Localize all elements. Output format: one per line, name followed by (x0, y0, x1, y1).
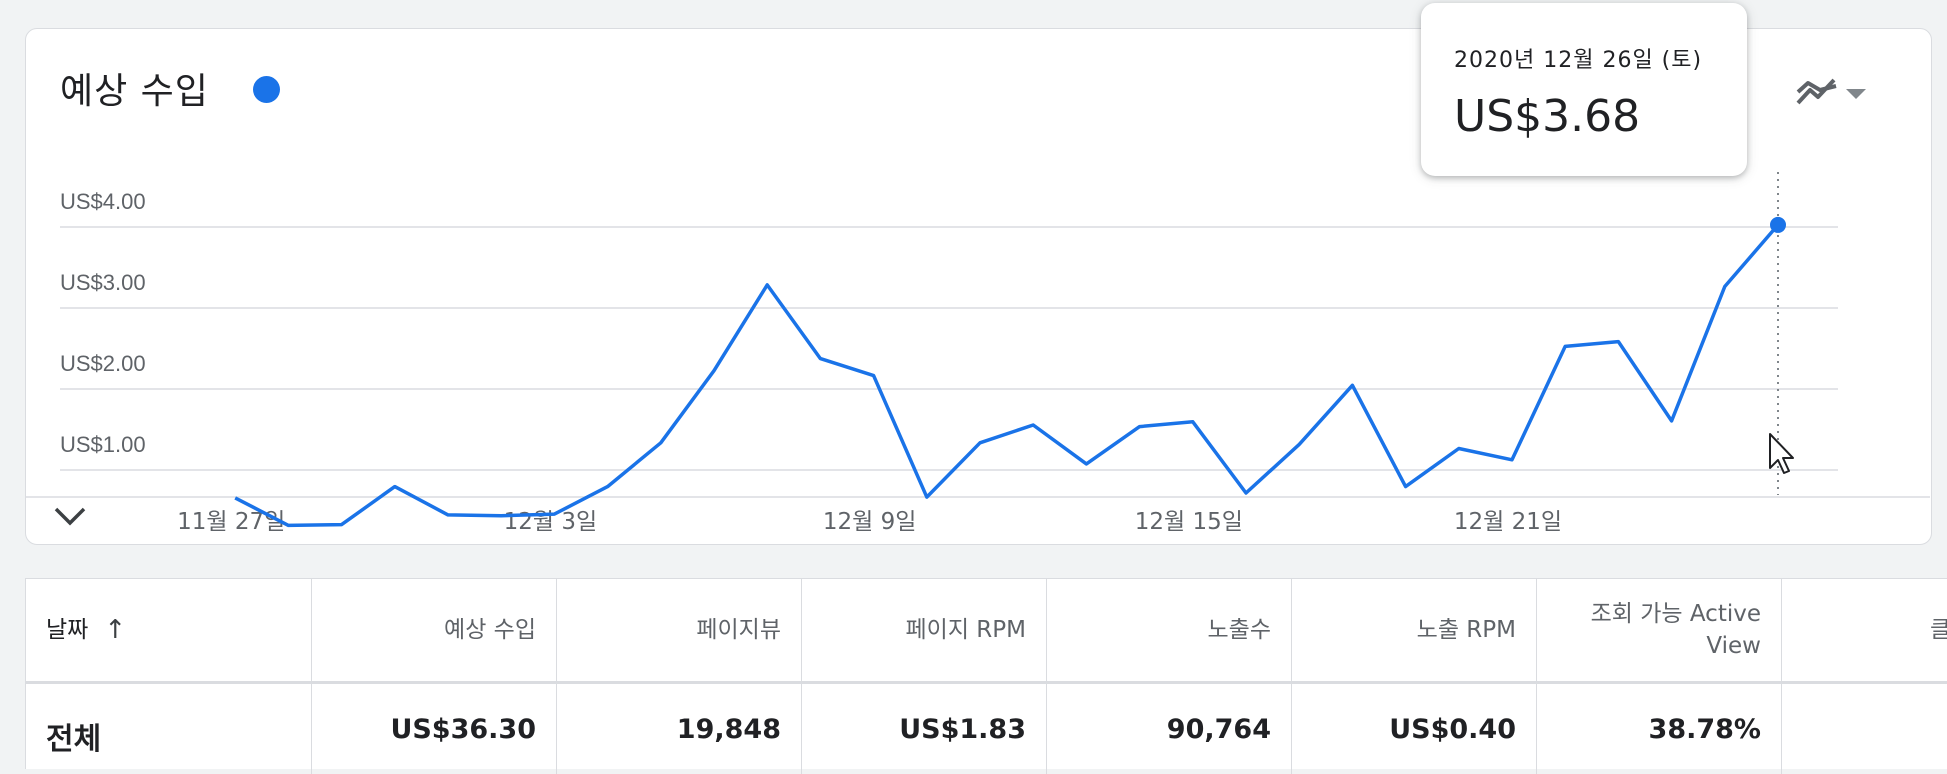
tooltip-date: 2020년 12월 26일 (토) (1454, 48, 1703, 73)
y-tick-label: US$1.00 (60, 432, 146, 457)
chart-tooltip: 2020년 12월 26일 (토) US$3.68 (1421, 3, 1747, 176)
series-line (234, 223, 1780, 528)
y-tick-label: US$3.00 (60, 270, 146, 295)
chevron-down-icon (53, 505, 87, 531)
total-page-views: 19,848 (557, 684, 802, 774)
total-impression-rpm: US$0.40 (1292, 684, 1537, 774)
total-impressions: 90,764 (1047, 684, 1292, 774)
mouse-pointer-icon (1767, 432, 1795, 480)
y-tick-label: US$2.00 (60, 351, 146, 376)
column-header-page-rpm[interactable]: 페이지 RPM (802, 579, 1047, 681)
column-header-clicks[interactable]: 클 (1782, 579, 1947, 681)
column-header-impression-rpm[interactable]: 노출 RPM (1292, 579, 1537, 681)
total-page-rpm: US$1.83 (802, 684, 1047, 774)
total-active-view: 38.78% (1537, 684, 1782, 774)
column-header-active-view[interactable]: 조회 가능 Active View (1537, 579, 1782, 681)
total-clicks (1782, 684, 1947, 774)
collapse-chart-button[interactable] (50, 500, 90, 536)
x-tick-label: 12월 21일 (1454, 509, 1562, 535)
total-label: 전체 (26, 684, 312, 774)
column-header-estimated-earnings[interactable]: 예상 수입 (312, 579, 557, 681)
y-tick-label: US$4.00 (60, 189, 146, 214)
highlighted-point (1770, 216, 1786, 233)
tooltip-value: US$3.68 (1454, 91, 1641, 142)
table-header-row: 날짜 ↑ 예상 수입 페이지뷰 페이지 RPM 노출수 노출 RPM 조회 가능… (26, 579, 1947, 684)
arrow-up-icon: ↑ (104, 615, 127, 645)
total-estimated-earnings: US$36.30 (312, 684, 557, 774)
x-tick-label: 12월 15일 (1135, 509, 1243, 535)
column-header-page-views[interactable]: 페이지뷰 (557, 579, 802, 681)
report-table: 날짜 ↑ 예상 수입 페이지뷰 페이지 RPM 노출수 노출 RPM 조회 가능… (25, 578, 1947, 774)
column-header-date[interactable]: 날짜 ↑ (26, 579, 312, 681)
x-tick-label: 11월 27일 (177, 509, 285, 535)
table-row: 전체 US$36.30 19,848 US$1.83 90,764 US$0.4… (26, 684, 1947, 774)
x-tick-label: 12월 9일 (823, 509, 917, 535)
column-header-impressions[interactable]: 노출수 (1047, 579, 1292, 681)
